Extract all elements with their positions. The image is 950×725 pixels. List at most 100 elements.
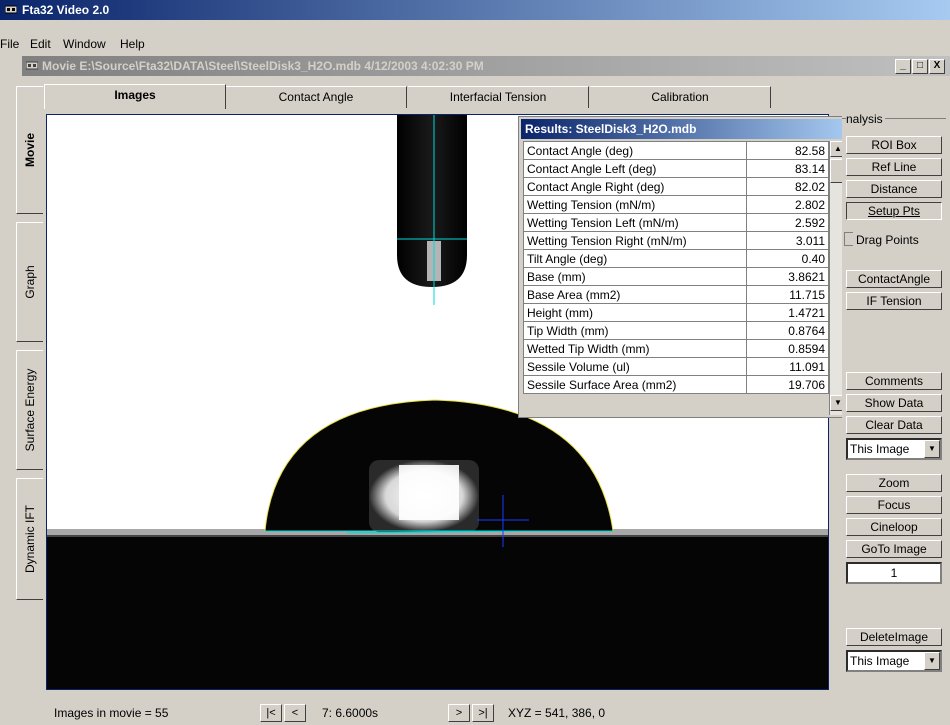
first-frame-button[interactable]: |< <box>260 704 282 722</box>
result-value: 1.4721 <box>746 303 829 322</box>
focus-button[interactable]: Focus <box>846 496 942 514</box>
table-row: Contact Angle (deg) 82.58 <box>523 141 829 160</box>
result-label: Wetting Tension (mN/m) <box>523 195 747 214</box>
result-label: Height (mm) <box>523 303 747 322</box>
show-data-button[interactable]: Show Data <box>846 394 942 412</box>
table-row: Sessile Surface Area (mm2) 19.706 <box>523 375 829 394</box>
app-title: Fta32 Video 2.0 <box>22 3 110 17</box>
frame-readout: 7: 6.6000s <box>322 706 379 720</box>
table-row: Base Area (mm2) 11.715 <box>523 285 829 304</box>
result-label: Contact Angle Right (deg) <box>523 177 747 196</box>
top-tab-strip: Images Contact Angle Interfacial Tension… <box>44 84 950 109</box>
next-frame-button[interactable]: > <box>448 704 470 722</box>
analysis-panel: nalysis ROI Box Ref Line Distance Setup … <box>842 112 950 692</box>
close-button[interactable]: X <box>929 59 945 74</box>
result-label: Wetting Tension Left (mN/m) <box>523 213 747 232</box>
tab-dynamic-ift[interactable]: Dynamic IFT <box>16 478 43 600</box>
table-row: Wetting Tension Left (mN/m) 2.592 <box>523 213 829 232</box>
app-title-bar[interactable]: Fta32 Video 2.0 <box>0 0 950 20</box>
app-icon <box>5 5 17 14</box>
goto-image-button[interactable]: GoTo Image <box>846 540 942 558</box>
chevron-down-icon[interactable]: ▼ <box>924 652 940 670</box>
tab-images[interactable]: Images <box>44 84 226 109</box>
tab-graph[interactable]: Graph <box>16 222 43 342</box>
contact-angle-button[interactable]: ContactAngle <box>846 270 942 288</box>
last-frame-button[interactable]: >| <box>472 704 494 722</box>
tab-graph-label: Graph <box>23 265 37 299</box>
result-value: 0.40 <box>746 249 829 268</box>
result-value: 2.592 <box>746 213 829 232</box>
zoom-button[interactable]: Zoom <box>846 474 942 492</box>
menu-file[interactable]: File <box>0 37 19 51</box>
results-table: Contact Angle (deg) 82.58 Contact Angle L… <box>523 141 829 394</box>
menu-window[interactable]: Window <box>63 37 106 51</box>
result-value: 82.02 <box>746 177 829 196</box>
results-panel[interactable]: Results: SteelDisk3_H2O.mdb Contact Angl… <box>518 116 850 418</box>
table-row: Base (mm) 3.8621 <box>523 267 829 286</box>
table-row: Wetting Tension Right (mN/m) 3.011 <box>523 231 829 250</box>
movie-window-title-bar[interactable]: Movie E:\Source\Fta32\DATA\Steel\SteelDi… <box>22 56 950 76</box>
chevron-down-icon[interactable]: ▼ <box>924 440 940 458</box>
menu-bar: File Edit Window Help <box>0 20 950 56</box>
tab-contact-angle[interactable]: Contact Angle <box>226 86 407 108</box>
table-row: Tip Width (mm) 0.8764 <box>523 321 829 340</box>
images-in-movie: Images in movie = 55 <box>54 706 169 720</box>
comments-button[interactable]: Comments <box>846 372 942 390</box>
table-row: Wetted Tip Width (mm) 0.8594 <box>523 339 829 358</box>
result-value: 0.8594 <box>746 339 829 358</box>
result-value: 82.58 <box>746 141 829 160</box>
result-label: Wetting Tension Right (mN/m) <box>523 231 747 250</box>
result-value: 2.802 <box>746 195 829 214</box>
analysis-group-label: nalysis <box>846 112 885 126</box>
tab-surface-energy-label: Surface Energy <box>23 368 37 452</box>
result-label: Sessile Volume (ul) <box>523 357 747 376</box>
result-label: Base Area (mm2) <box>523 285 747 304</box>
data-scope-value: This Image <box>850 442 910 456</box>
delete-scope-select[interactable]: This Image ▼ <box>846 650 942 672</box>
cineloop-button[interactable]: Cineloop <box>846 518 942 536</box>
restore-button[interactable]: □ <box>912 59 928 74</box>
result-value: 11.091 <box>746 357 829 376</box>
tab-surface-energy[interactable]: Surface Energy <box>16 350 43 470</box>
if-tension-button[interactable]: IF Tension <box>846 292 942 310</box>
result-label: Sessile Surface Area (mm2) <box>523 375 747 394</box>
roi-box-button[interactable]: ROI Box <box>846 136 942 154</box>
delete-scope-value: This Image <box>850 654 910 668</box>
tab-calibration[interactable]: Calibration <box>590 86 771 108</box>
table-row: Height (mm) 1.4721 <box>523 303 829 322</box>
movie-window-title: Movie E:\Source\Fta32\DATA\Steel\SteelDi… <box>42 59 484 73</box>
drag-points-checkbox[interactable] <box>844 232 853 246</box>
left-tab-strip: Movie Graph Surface Energy Dynamic IFT <box>16 84 44 725</box>
setup-pts-button[interactable]: Setup Pts <box>846 202 942 220</box>
status-bar: Images in movie = 55 |< < 7: 6.6000s > >… <box>46 700 950 725</box>
xyz-readout: XYZ = 541, 386, 0 <box>508 706 606 720</box>
tab-interfacial-tension[interactable]: Interfacial Tension <box>408 86 589 108</box>
data-scope-select[interactable]: This Image ▼ <box>846 438 942 460</box>
distance-button[interactable]: Distance <box>846 180 942 198</box>
table-row: Tilt Angle (deg) 0.40 <box>523 249 829 268</box>
menu-help[interactable]: Help <box>120 37 145 51</box>
result-label: Tip Width (mm) <box>523 321 747 340</box>
result-value: 3.8621 <box>746 267 829 286</box>
drag-points-label: Drag Points <box>856 233 919 247</box>
result-value: 11.715 <box>746 285 829 304</box>
clear-data-button[interactable]: Clear Data <box>846 416 942 434</box>
result-label: Tilt Angle (deg) <box>523 249 747 268</box>
result-value: 3.011 <box>746 231 829 250</box>
result-label: Contact Angle Left (deg) <box>523 159 747 178</box>
table-row: Wetting Tension (mN/m) 2.802 <box>523 195 829 214</box>
result-label: Wetted Tip Width (mm) <box>523 339 747 358</box>
tab-movie[interactable]: Movie <box>16 86 43 214</box>
results-title: Results: SteelDisk3_H2O.mdb <box>521 119 847 139</box>
table-row: Sessile Volume (ul) 11.091 <box>523 357 829 376</box>
table-row: Contact Angle Right (deg) 82.02 <box>523 177 829 196</box>
delete-image-button[interactable]: DeleteImage <box>846 628 942 646</box>
minimize-button[interactable]: _ <box>895 59 911 74</box>
ref-line-button[interactable]: Ref Line <box>846 158 942 176</box>
prev-frame-button[interactable]: < <box>284 704 306 722</box>
result-label: Contact Angle (deg) <box>523 141 747 160</box>
result-value: 83.14 <box>746 159 829 178</box>
goto-image-input[interactable]: 1 <box>846 562 942 584</box>
movie-window-icon <box>26 61 38 70</box>
menu-edit[interactable]: Edit <box>30 37 51 51</box>
